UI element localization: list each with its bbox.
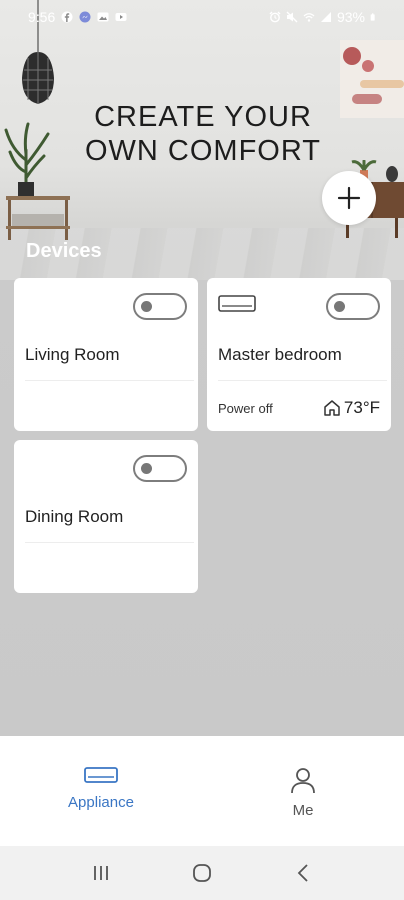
device-temperature: 73°F — [323, 398, 380, 418]
home-button[interactable] — [182, 853, 222, 893]
hero-title-line1: CREATE YOUR — [94, 101, 312, 133]
wall-art-image — [340, 40, 404, 118]
bottom-navigation: Appliance Me — [0, 736, 404, 846]
messenger-icon — [79, 11, 91, 23]
nav-me-label: Me — [292, 802, 314, 819]
device-card-dining-room[interactable]: Dining Room — [14, 440, 198, 593]
device-name: Master bedroom — [218, 345, 342, 364]
back-icon — [298, 864, 308, 882]
toggle-knob — [334, 301, 345, 312]
device-name: Dining Room — [25, 507, 124, 526]
device-card-living-room[interactable]: Living Room — [14, 278, 198, 431]
card-divider — [218, 380, 387, 381]
mute-icon — [286, 11, 298, 23]
wifi-icon — [303, 13, 315, 22]
home-icon — [324, 400, 340, 416]
air-conditioner-icon — [218, 295, 256, 312]
power-toggle[interactable] — [133, 455, 187, 482]
card-divider — [25, 380, 194, 381]
devices-section-title: Devices — [26, 240, 102, 262]
toggle-knob — [141, 463, 152, 474]
facebook-icon — [61, 11, 73, 23]
add-device-button[interactable] — [322, 171, 376, 225]
signal-icon — [320, 12, 331, 22]
nav-appliance[interactable]: Appliance — [0, 736, 202, 846]
recent-apps-button[interactable] — [81, 853, 121, 893]
nav-me[interactable]: Me — [202, 736, 404, 846]
youtube-icon — [115, 13, 127, 21]
plus-icon — [337, 186, 361, 210]
back-button[interactable] — [283, 853, 323, 893]
status-time: 9:56 — [28, 9, 56, 25]
device-status: Power off — [218, 401, 273, 416]
device-card-master-bedroom[interactable]: Master bedroom Power off 73°F — [207, 278, 391, 431]
alarm-icon — [269, 11, 281, 23]
power-toggle[interactable] — [133, 293, 187, 320]
status-bar: 9:56 93% — [0, 0, 404, 34]
device-name: Living Room — [25, 345, 120, 364]
appliance-icon — [84, 767, 118, 783]
toggle-knob — [141, 301, 152, 312]
battery-percentage: 93% — [336, 9, 365, 25]
home-circle-icon — [193, 864, 211, 882]
system-navigation-bar — [0, 846, 404, 900]
nav-appliance-label: Appliance — [68, 794, 134, 811]
hero-title: CREATE YOUR OWN COMFORT — [60, 100, 346, 168]
hero-title-line2: OWN COMFORT — [85, 135, 321, 167]
power-toggle[interactable] — [326, 293, 380, 320]
battery-icon — [370, 13, 375, 21]
gallery-icon — [97, 12, 109, 22]
user-icon — [291, 768, 315, 794]
plant-image — [4, 122, 50, 198]
recent-apps-icon — [93, 866, 108, 880]
card-divider — [25, 542, 194, 543]
temperature-value: 73°F — [343, 398, 380, 417]
side-table-image — [6, 196, 70, 240]
